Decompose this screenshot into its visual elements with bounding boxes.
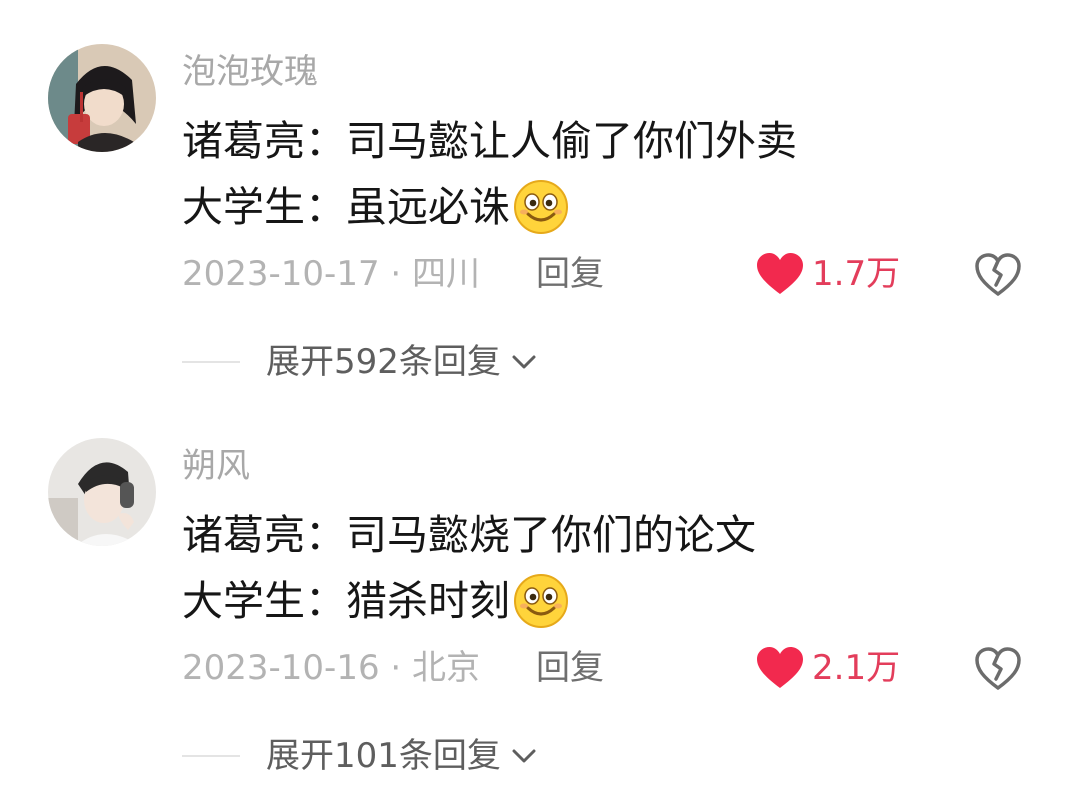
avatar[interactable]	[48, 438, 156, 546]
expand-replies-button[interactable]: 展开101条回复	[182, 734, 537, 778]
chevron-down-icon	[512, 749, 536, 763]
like-count: 1.7万	[812, 254, 901, 294]
reply-button[interactable]: 回复	[536, 254, 604, 294]
comment-item: 泡泡玫瑰 诸葛亮：司马懿让人偷了你们外卖 大学生：虽远必诛 2023-10-17…	[0, 0, 1080, 400]
reply-button[interactable]: 回复	[536, 648, 604, 688]
timestamp-location: 2023-10-16 · 北京	[182, 648, 481, 688]
username[interactable]: 朔风	[182, 446, 250, 486]
broken-heart-icon[interactable]	[974, 252, 1022, 298]
expand-replies-label: 展开592条回复	[266, 342, 501, 382]
like-button[interactable]: 1.7万	[756, 252, 900, 296]
expand-replies-label: 展开101条回复	[266, 736, 501, 776]
comment-item: 朔风 诸葛亮：司马懿烧了你们的论文 大学生：猎杀时刻 2023-10-16 · …	[0, 394, 1080, 794]
broken-heart-icon[interactable]	[974, 646, 1022, 692]
divider	[182, 755, 240, 757]
avatar[interactable]	[48, 44, 156, 152]
comment-text-line-2: 大学生：虽远必诛	[182, 178, 570, 236]
comment-text: 大学生：虽远必诛	[182, 183, 510, 231]
like-count: 2.1万	[812, 648, 901, 688]
like-button[interactable]: 2.1万	[756, 646, 900, 690]
timestamp-location: 2023-10-17 · 四川	[182, 254, 481, 294]
comment-text: 大学生：猎杀时刻	[182, 577, 510, 625]
comment-text-line-2: 大学生：猎杀时刻	[182, 572, 570, 630]
comment-text-line-1: 诸葛亮：司马懿让人偷了你们外卖	[182, 117, 797, 165]
smiling-face-emoji-icon	[514, 180, 568, 234]
chevron-down-icon	[512, 355, 536, 369]
expand-replies-button[interactable]: 展开592条回复	[182, 340, 537, 384]
heart-icon	[757, 647, 803, 688]
divider	[182, 361, 240, 363]
smiling-face-emoji-icon	[514, 574, 568, 628]
username[interactable]: 泡泡玫瑰	[182, 52, 318, 92]
heart-icon	[757, 253, 803, 294]
comment-text-line-1: 诸葛亮：司马懿烧了你们的论文	[182, 511, 756, 559]
